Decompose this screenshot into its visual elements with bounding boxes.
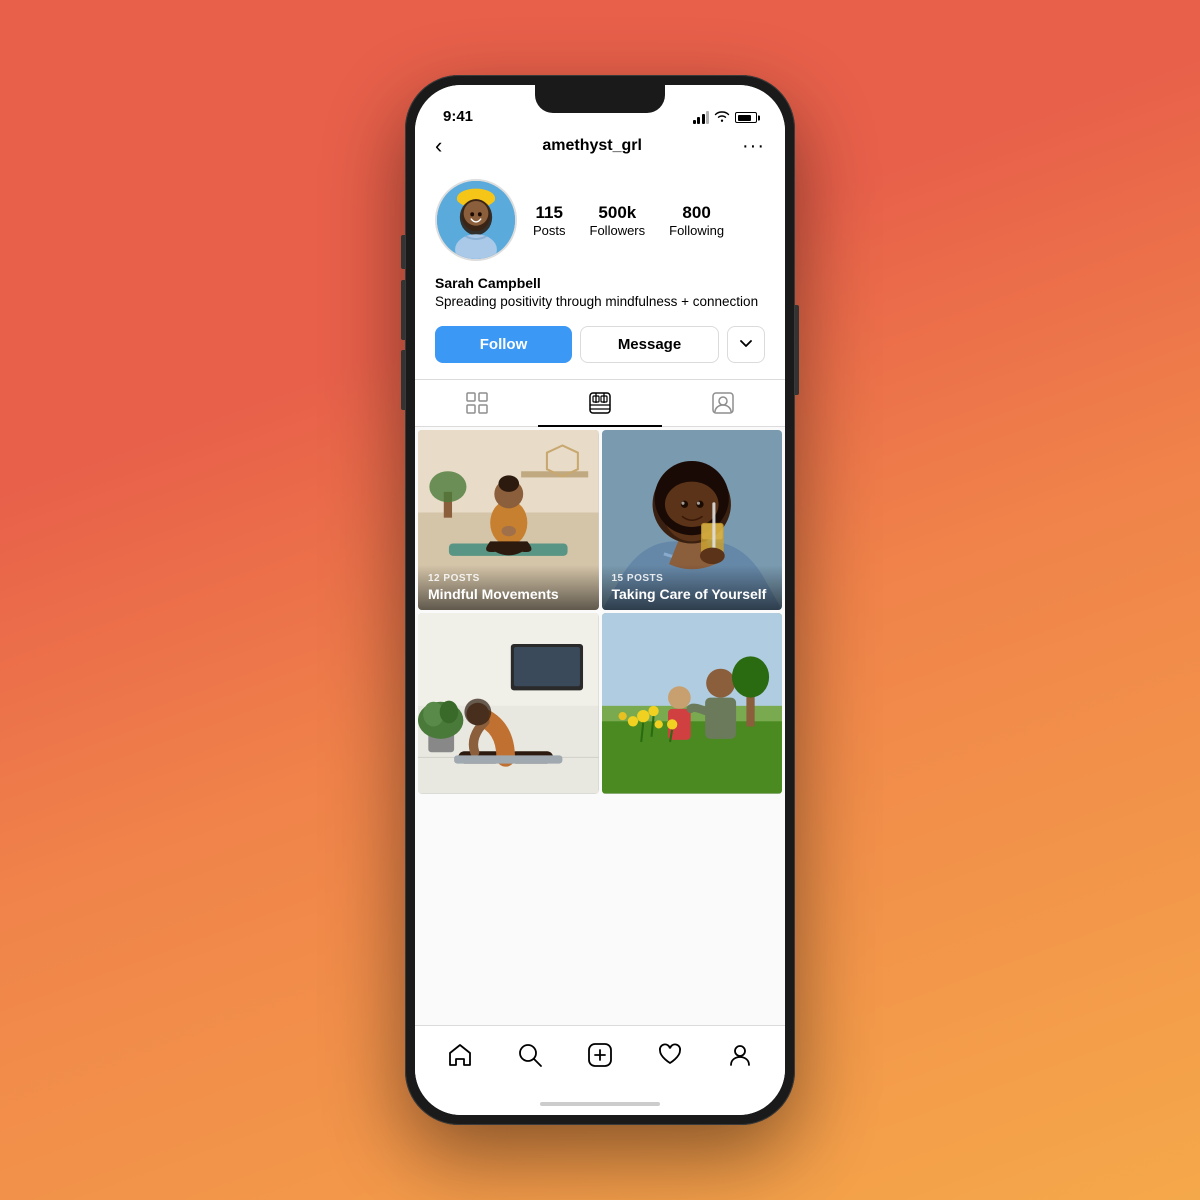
posts-count-2: 15 POSTS: [612, 573, 773, 584]
posts-count-1: 12 POSTS: [428, 573, 589, 584]
battery-icon: [735, 112, 757, 123]
stretch-image: [418, 613, 599, 794]
profile-top: 115 Posts 500k Followers 800 Following: [435, 179, 765, 261]
tab-tagged[interactable]: [662, 380, 785, 426]
bottom-nav: [415, 1025, 785, 1093]
action-row: Follow Message: [435, 326, 765, 363]
volume-up-button: [401, 235, 405, 269]
avatar[interactable]: [435, 179, 517, 261]
phone-screen: 9:41: [415, 85, 785, 1115]
profile-icon: [727, 1042, 753, 1068]
home-indicator: [415, 1093, 785, 1115]
search-icon: [517, 1042, 543, 1068]
nav-heart[interactable]: [648, 1033, 692, 1077]
back-button[interactable]: ‹: [435, 133, 442, 159]
tagged-icon: [712, 392, 734, 414]
more-options-button[interactable]: ···: [742, 135, 765, 158]
phone-device: 9:41: [405, 75, 795, 1125]
home-bar: [540, 1102, 660, 1106]
content-area: 12 POSTS Mindful Movements: [415, 427, 785, 1025]
post-title-1: Mindful Movements: [428, 586, 589, 603]
grid-overlay-2: 15 POSTS Taking Care of Yourself: [602, 565, 783, 611]
power-button: [795, 305, 799, 395]
message-button[interactable]: Message: [580, 326, 719, 363]
profile-section: 115 Posts 500k Followers 800 Following S…: [415, 169, 785, 379]
notch: [535, 85, 665, 113]
bio-text: Spreading positivity through mindfulness…: [435, 293, 765, 312]
profile-username: amethyst_grl: [542, 137, 642, 155]
nav-create[interactable]: [578, 1033, 622, 1077]
posts-label: Posts: [533, 223, 566, 238]
signal-icon: [693, 111, 710, 124]
following-count: 800: [682, 203, 710, 223]
grid-icon: [466, 392, 488, 414]
stats-row: 115 Posts 500k Followers 800 Following: [533, 203, 724, 238]
reels-icon: [589, 392, 611, 414]
status-icons: [693, 110, 758, 125]
tab-reels[interactable]: [538, 380, 661, 426]
followers-stat[interactable]: 500k Followers: [590, 203, 646, 238]
tab-grid[interactable]: [415, 380, 538, 426]
nav-profile[interactable]: [718, 1033, 762, 1077]
grid-overlay-1: 12 POSTS Mindful Movements: [418, 565, 599, 611]
home-icon: [447, 1042, 473, 1068]
nav-search[interactable]: [508, 1033, 552, 1077]
heart-icon: [657, 1042, 683, 1068]
followers-count: 500k: [598, 203, 636, 223]
grid-item-3[interactable]: [418, 613, 599, 794]
followers-label: Followers: [590, 223, 646, 238]
follow-button[interactable]: Follow: [435, 326, 572, 363]
profile-header: ‹ amethyst_grl ···: [415, 129, 785, 169]
following-stat[interactable]: 800 Following: [669, 203, 724, 238]
post-title-2: Taking Care of Yourself: [612, 586, 773, 603]
posts-count: 115: [536, 203, 563, 223]
posts-stat[interactable]: 115 Posts: [533, 203, 566, 238]
grid-item-4[interactable]: [602, 613, 783, 794]
bio-section: Sarah Campbell Spreading positivity thro…: [435, 275, 765, 312]
chevron-down-icon: [740, 340, 752, 348]
volume-down-button: [401, 280, 405, 340]
dropdown-button[interactable]: [727, 326, 765, 363]
posts-grid: 12 POSTS Mindful Movements: [415, 427, 785, 797]
garden-image: [602, 613, 783, 794]
content-tab-bar: [415, 379, 785, 427]
grid-item-1[interactable]: 12 POSTS Mindful Movements: [418, 430, 599, 611]
create-icon: [587, 1042, 613, 1068]
status-time: 9:41: [443, 108, 473, 125]
bio-name: Sarah Campbell: [435, 275, 765, 291]
silent-button: [401, 350, 405, 410]
following-label: Following: [669, 223, 724, 238]
grid-item-2[interactable]: 15 POSTS Taking Care of Yourself: [602, 430, 783, 611]
nav-home[interactable]: [438, 1033, 482, 1077]
wifi-icon: [714, 110, 730, 125]
